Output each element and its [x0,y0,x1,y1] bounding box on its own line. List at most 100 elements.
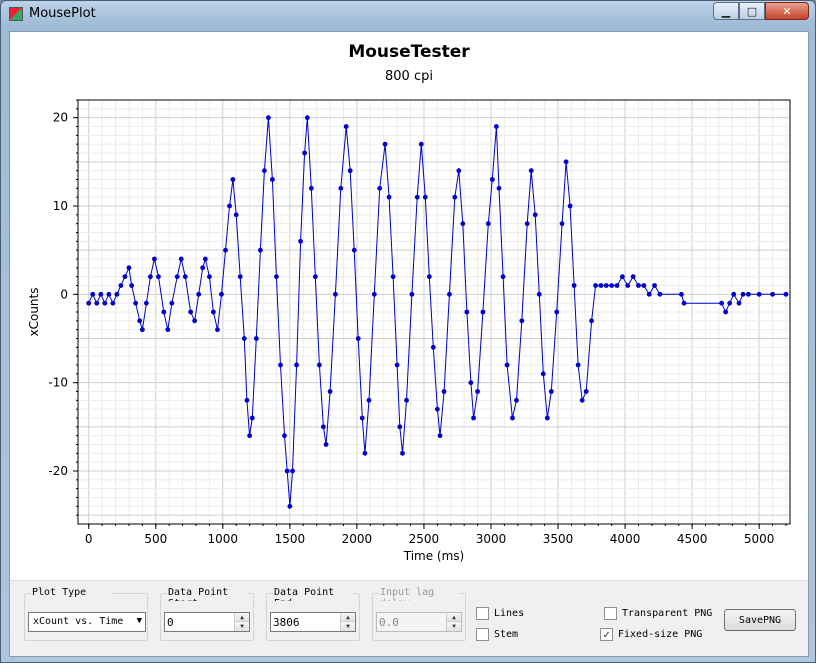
spin-up-icon[interactable]: ▲ [341,613,355,622]
transparent-png-checkbox-box[interactable] [604,607,617,620]
input-lag-group: Input lag delay ▲ ▼ [372,587,466,641]
data-point [133,300,139,306]
data-point [646,291,652,297]
data-point [422,194,428,200]
data-point [681,300,687,306]
checkmark-icon[interactable]: ✓ [600,628,613,641]
data-point [504,362,510,368]
data-point [554,309,560,315]
data-point [426,274,432,280]
data-point [409,291,415,297]
data-point-end-input[interactable] [271,613,339,631]
title-bar[interactable]: MousePlot ▁ □ ✕ [1,1,815,27]
data-point-end-group: Data Point End ▲ ▼ [266,587,360,641]
data-point [770,291,775,297]
data-point [90,291,96,297]
data-point [736,300,742,306]
input-lag-spinner: ▲ ▼ [376,612,462,632]
stem-checkbox-box[interactable] [476,628,489,641]
data-point [312,274,318,280]
transparent-png-checkbox[interactable]: Transparent PNG [604,607,712,620]
data-point [496,185,502,191]
y-tick-label: 10 [53,199,68,213]
lines-checkbox[interactable]: Lines [476,607,524,620]
data-point [609,283,615,288]
spin-down-icon[interactable]: ▼ [341,622,355,631]
data-point [756,291,762,297]
data-point [480,309,486,315]
fixed-size-png-checkbox[interactable]: ✓ Fixed-size PNG [600,628,702,641]
data-point-end-spin-buttons[interactable]: ▲ ▼ [340,613,355,631]
data-point [148,274,153,280]
data-point [200,265,206,271]
lines-checkbox-label: Lines [494,608,525,619]
data-point [783,291,789,297]
spin-down-icon[interactable]: ▼ [235,622,249,631]
y-tick-label: 0 [60,287,68,301]
data-point [188,309,194,315]
data-point [143,300,149,306]
spin-down-icon: ▼ [447,622,461,631]
data-point [434,406,440,412]
data-point [223,247,228,253]
x-tick-label: 1000 [208,532,239,546]
data-point [652,283,657,288]
data-point [548,389,554,394]
data-point [174,274,180,280]
data-point-start-spin-buttons[interactable]: ▲ ▼ [234,613,249,631]
stem-checkbox-label: Stem [494,629,519,640]
lines-checkbox-box[interactable] [476,607,489,620]
data-point [178,256,184,262]
y-tick-label: -20 [48,464,68,478]
save-png-button[interactable]: SavePNG [724,609,796,631]
data-point [94,300,100,306]
app-icon [9,7,23,21]
data-point [338,185,344,191]
data-point-start-input[interactable] [165,613,233,631]
data-point [589,318,594,324]
minimize-button[interactable]: ▁ [713,2,739,20]
data-point [614,283,620,288]
data-point [524,221,530,227]
data-point [227,203,232,209]
data-point [106,291,112,297]
data-point [98,291,104,297]
data-point [182,274,188,280]
data-point [371,291,377,297]
data-point [261,168,267,174]
plot-type-value: xCount vs. Time [33,616,124,627]
data-point [156,274,161,280]
spin-up-icon: ▲ [447,613,461,622]
data-point [514,397,519,403]
close-button[interactable]: ✕ [765,2,809,20]
data-point [532,212,538,218]
data-point [723,309,729,315]
x-tick-label: 4500 [677,532,708,546]
data-point [249,415,255,421]
data-point [579,397,585,403]
spin-up-icon[interactable]: ▲ [235,613,249,622]
chart-svg[interactable]: 0 500 1000 1500 2000 2500 3000 3500 4000 4500 5000… [10,32,808,580]
data-point [308,185,314,191]
data-point-end-spinner[interactable]: ▲ ▼ [270,612,356,632]
stem-checkbox[interactable]: Stem [476,628,518,641]
plot-type-select[interactable]: xCount vs. Time ▼ [28,612,146,632]
x-tick-label: 1500 [275,532,306,546]
data-point [196,291,202,297]
data-point [528,168,534,174]
data-point [625,283,631,288]
x-tick-label: 0 [85,532,93,546]
data-point [241,336,247,341]
data-point [641,283,647,288]
data-point-start-spinner[interactable]: ▲ ▼ [164,612,250,632]
plot-area: MouseTester 800 cpi 0 500 1000 1500 2000 2500… [10,32,808,580]
data-point [437,433,443,439]
data-point [510,415,515,421]
input-lag-spin-buttons: ▲ ▼ [446,613,461,631]
data-point [493,124,499,129]
data-point [468,380,474,386]
data-point [464,309,470,315]
data-point [362,450,368,456]
data-point [571,283,577,288]
maximize-button[interactable]: □ [739,2,765,20]
